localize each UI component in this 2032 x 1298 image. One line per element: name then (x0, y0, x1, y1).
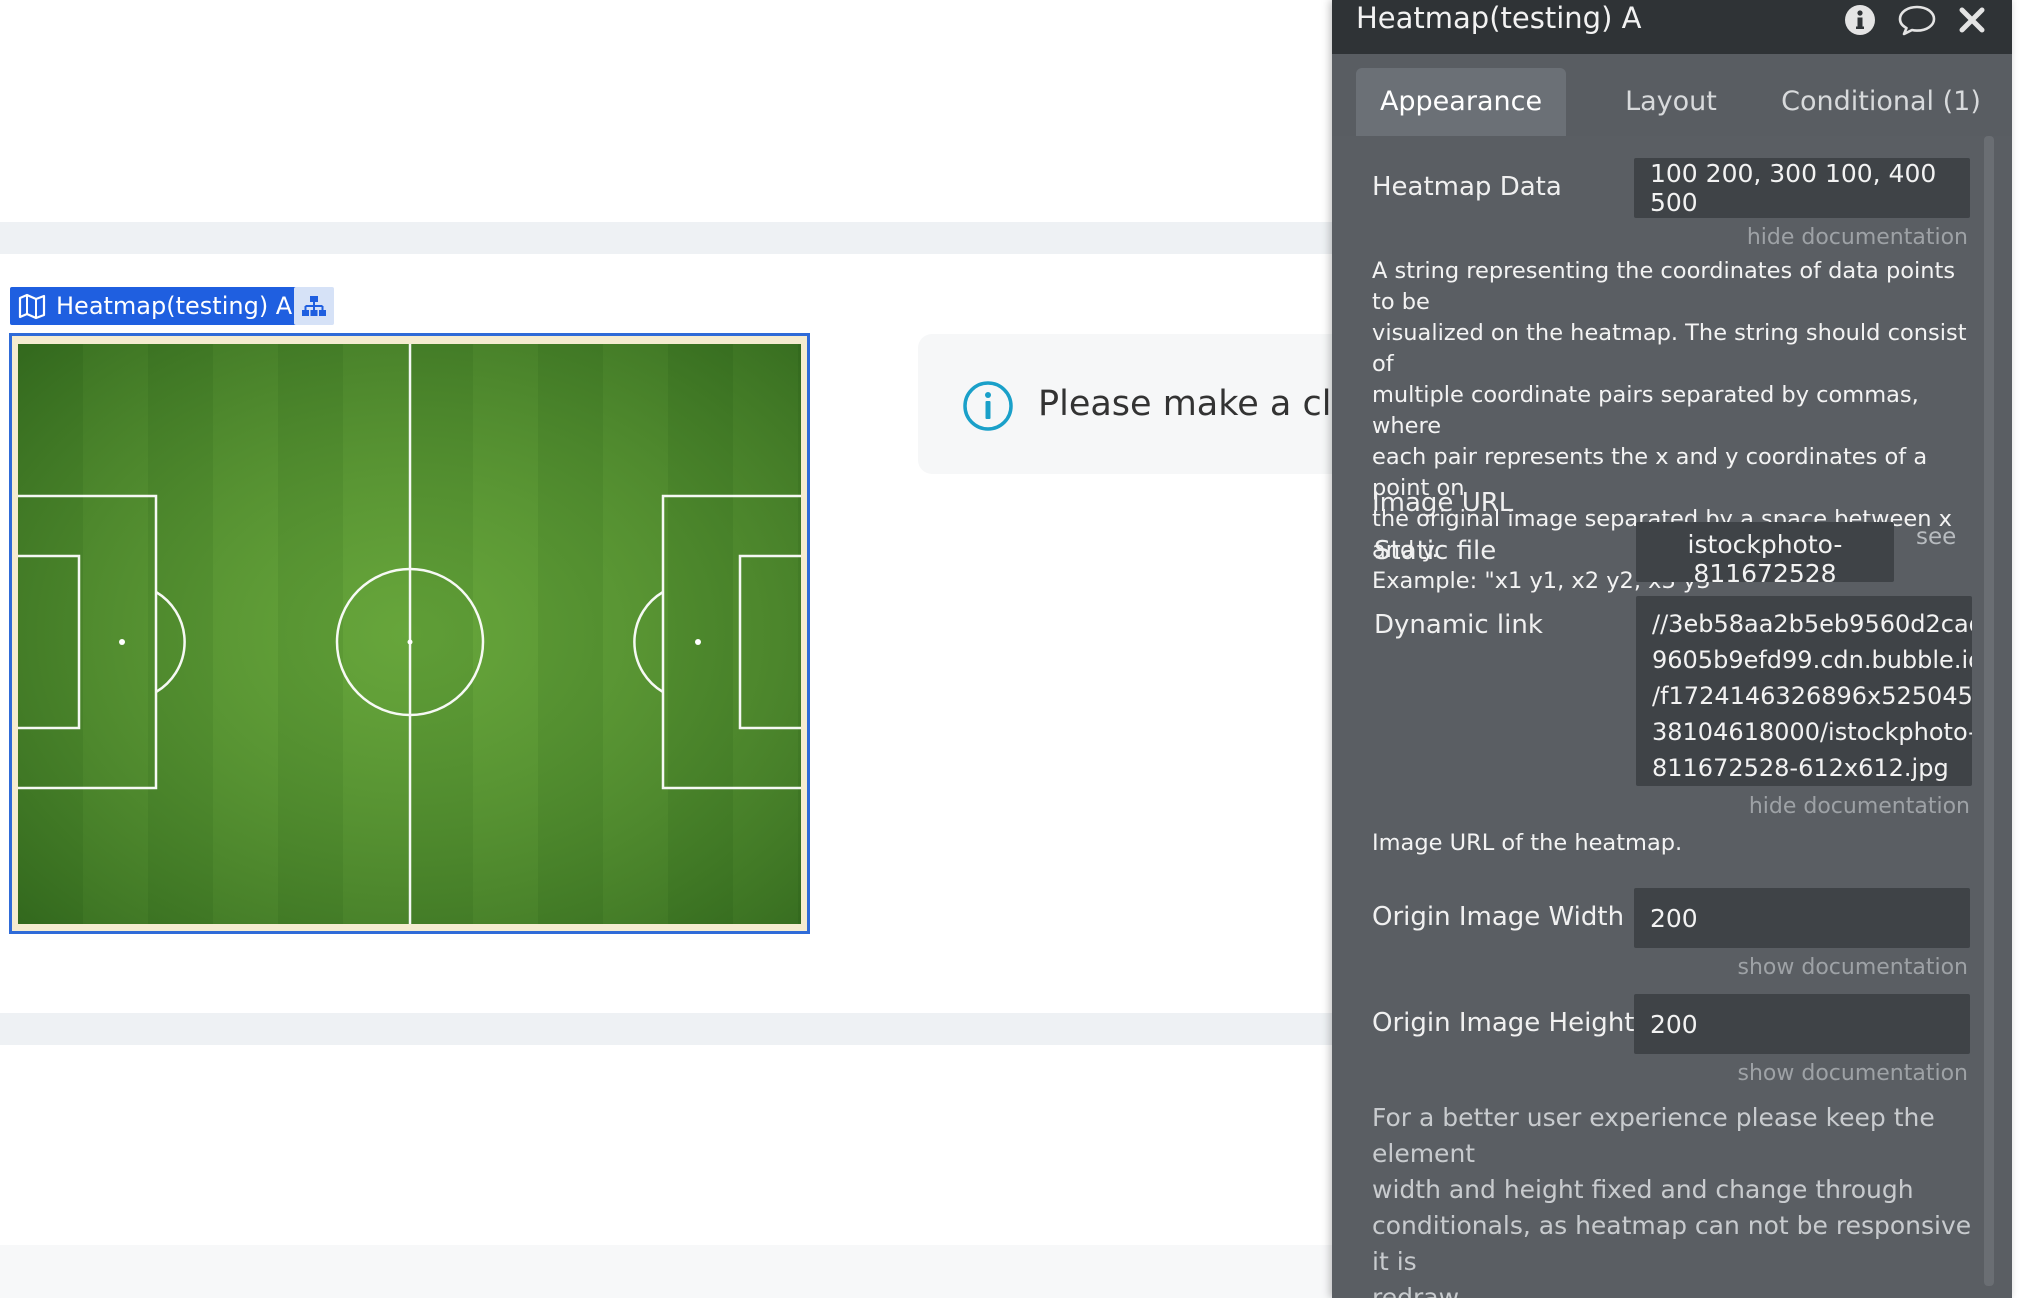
comment-icon[interactable] (1898, 4, 1936, 36)
property-editor-title: Heatmap(testing) A (1356, 1, 1642, 35)
static-file-label: Static file (1374, 536, 1497, 566)
property-tabs: Appearance Layout Conditional (1) (1356, 68, 1986, 136)
see-file-link[interactable]: see (1916, 524, 1956, 550)
responsiveness-note: For a better user experience please keep… (1372, 1103, 1972, 1298)
origin-width-label: Origin Image Width (1372, 902, 1625, 932)
canvas-footer-band (0, 1245, 1340, 1298)
selected-element-label: Heatmap(testing) A (56, 292, 293, 320)
image-url-documentation: Image URL of the heatmap. (1372, 830, 1683, 856)
dynamic-link-input[interactable]: //3eb58aa2b5eb9560d2cad 9605b9efd99.cdn.… (1636, 596, 1972, 786)
heatmap-data-input[interactable]: 100 200, 300 100, 400 500 (1634, 158, 1970, 218)
static-file-upload[interactable]: istockphoto- 811672528 (1636, 522, 1894, 582)
origin-height-label: Origin Image Height (1372, 1008, 1635, 1038)
image-url-label: Image URL (1372, 488, 1514, 518)
image-url-doc-toggle[interactable]: hide documentation (1749, 794, 1970, 819)
heatmap-element[interactable] (9, 333, 810, 934)
property-editor: Heatmap(testing) A Appearance Layout Con… (1332, 0, 2012, 1298)
hierarchy-icon (302, 296, 326, 316)
dynamic-link-label: Dynamic link (1374, 610, 1543, 640)
heatmap-data-doc-toggle[interactable]: hide documentation (1747, 225, 1968, 250)
info-icon[interactable] (1844, 4, 1876, 36)
info-alert: Please make a click o (918, 334, 1413, 474)
close-icon[interactable] (1958, 6, 1986, 34)
tab-layout[interactable]: Layout (1566, 68, 1776, 136)
origin-height-input[interactable]: 200 (1634, 994, 1970, 1054)
origin-width-doc-toggle[interactable]: show documentation (1738, 955, 1968, 980)
selected-element-tag[interactable]: Heatmap(testing) A (10, 287, 305, 325)
map-icon (18, 292, 46, 320)
canvas-section-divider (0, 1013, 1340, 1045)
panel-scrollbar[interactable] (1984, 136, 1994, 1286)
heatmap-data-label: Heatmap Data (1372, 172, 1562, 202)
info-circle-icon (963, 381, 1013, 431)
origin-width-input[interactable]: 200 (1634, 888, 1970, 948)
canvas-section-divider (0, 222, 1340, 254)
soccer-pitch-image (18, 344, 801, 924)
origin-height-doc-toggle[interactable]: show documentation (1738, 1061, 1968, 1086)
property-editor-header: Heatmap(testing) A (1332, 0, 2012, 54)
appearance-pane: Heatmap Data 100 200, 300 100, 400 500 h… (1332, 136, 2012, 1298)
tab-conditional[interactable]: Conditional (1) (1776, 68, 1986, 136)
element-tree-button[interactable] (294, 287, 334, 325)
tab-appearance[interactable]: Appearance (1356, 68, 1566, 136)
